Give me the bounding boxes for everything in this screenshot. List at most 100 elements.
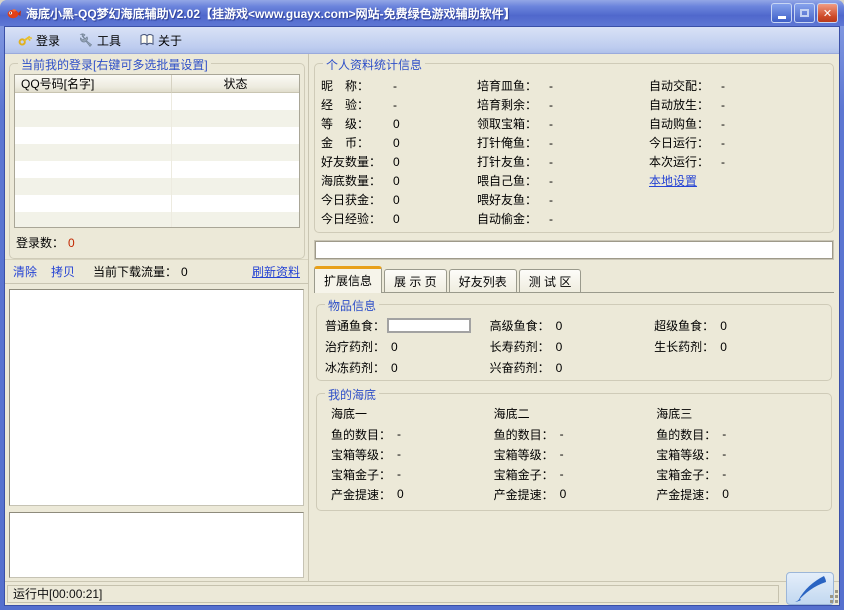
- item-cell: 兴奋药剂： 0: [490, 357, 655, 378]
- maximize-button[interactable]: [794, 3, 815, 23]
- info-input[interactable]: [315, 241, 833, 259]
- brand-swoosh-logo[interactable]: [786, 572, 834, 605]
- item-cell: 生长药剂： 0: [654, 336, 827, 357]
- stat-label: 打针俺鱼：: [477, 136, 538, 150]
- stats-column-3: 自动交配： - 自动放生： - 自动购鱼： - 今日运行： - 本次运行： - 本地设置: [649, 76, 829, 232]
- item-cell: 高级鱼食： 0: [490, 315, 655, 336]
- log-toolbar: 清除 拷贝 当前下载流量： 0 刷新资料: [5, 259, 308, 284]
- tab-extended-info[interactable]: 扩展信息: [314, 266, 383, 293]
- close-button[interactable]: ✕: [817, 3, 838, 23]
- stats-groupbox: 个人资料统计信息 昵 称： - 经 验： - 等 级： 0 金 币： 0 好友数量： 0 …: [314, 56, 834, 233]
- about-button-label: 关于: [158, 33, 183, 48]
- stat-value: 0: [393, 173, 400, 188]
- seabeds-group-title: 我的海底: [325, 386, 380, 403]
- table-row[interactable]: [15, 178, 299, 195]
- stat-label: 自动购鱼：: [649, 117, 710, 131]
- table-row[interactable]: [15, 127, 299, 144]
- tabpage-extended-info: 物品信息 普通鱼食： 高级鱼食： 0 超级鱼食： 0 治疗药剂： 0 长寿药剂： 0 生…: [314, 292, 834, 581]
- stat-label: 昵 称：: [321, 79, 370, 93]
- about-button[interactable]: 关于: [133, 28, 190, 53]
- tab-friend-list[interactable]: 好友列表: [448, 269, 517, 292]
- log-listbox[interactable]: [9, 289, 304, 506]
- item-value: 0: [391, 360, 398, 375]
- toolbar: 登录 工具 关于: [5, 27, 839, 54]
- stat-label: 海底数量：: [321, 174, 382, 188]
- message-box[interactable]: [9, 512, 304, 578]
- item-label: 普通鱼食：: [325, 319, 386, 333]
- seabed-name: 海底二: [493, 406, 530, 421]
- login-group-title: 当前我的登录[右键可多选批量设置]: [18, 56, 211, 73]
- app-fish-icon: [6, 5, 22, 21]
- key-icon: [17, 32, 33, 48]
- stats-column-2: 培育皿鱼： - 培育剩余： - 领取宝箱： - 打针俺鱼： - 打针友鱼： - 喂自己鱼：…: [477, 76, 649, 232]
- stat-value: 0: [393, 211, 400, 226]
- seabed-label: 宝箱金子：: [331, 467, 392, 482]
- items-group-title: 物品信息: [325, 297, 380, 314]
- stat-label: 今日运行：: [649, 136, 710, 150]
- seabed-value: -: [397, 427, 402, 441]
- window-frame: 登录 工具 关于 当前我的登录[右键可多选批量设置] QQ号码[名字] 状态 登…: [4, 26, 840, 606]
- stat-value: -: [549, 173, 553, 188]
- copy-link[interactable]: 拷贝: [51, 263, 75, 280]
- item-value: 0: [555, 360, 563, 375]
- stat-value: -: [549, 135, 553, 150]
- stat-value: -: [549, 97, 553, 112]
- column-header-qq[interactable]: QQ号码[名字]: [15, 75, 172, 93]
- clear-link[interactable]: 清除: [13, 263, 37, 280]
- column-header-status[interactable]: 状态: [172, 75, 299, 93]
- tools-button-label: 工具: [97, 33, 122, 48]
- account-table-body[interactable]: [15, 93, 299, 227]
- table-row[interactable]: [15, 144, 299, 161]
- seabed-value: -: [722, 427, 727, 441]
- login-button-label: 登录: [36, 33, 61, 48]
- status-text: 运行中[00:00:21]: [13, 587, 103, 601]
- item-label: 治疗药剂：: [325, 340, 386, 354]
- table-row[interactable]: [15, 110, 299, 127]
- stat-value: -: [549, 192, 553, 207]
- tabstrip: 扩展信息 展 示 页 好友列表 测 试 区: [314, 266, 834, 293]
- tab-test-area[interactable]: 测 试 区: [518, 269, 582, 292]
- seabed-label: 鱼的数目：: [493, 427, 554, 442]
- account-table-header: QQ号码[名字] 状态: [15, 75, 299, 93]
- item-value: 0: [720, 339, 727, 354]
- stat-label: 领取宝箱：: [477, 117, 538, 131]
- login-count-row: 登录数： 0: [14, 228, 300, 251]
- common-fish-food-input[interactable]: [387, 318, 472, 333]
- tab-display-page[interactable]: 展 示 页: [384, 269, 447, 292]
- table-row[interactable]: [15, 195, 299, 212]
- refresh-profile-link[interactable]: 刷新资料: [252, 263, 300, 280]
- seabed-name: 海底三: [656, 406, 693, 421]
- item-value: 0: [555, 318, 563, 333]
- table-row[interactable]: [15, 93, 299, 110]
- seabed-value: 0: [559, 487, 567, 501]
- stat-value: 0: [393, 116, 400, 131]
- seabed-value: 0: [722, 487, 729, 501]
- resize-grip[interactable]: [835, 600, 838, 603]
- account-table[interactable]: QQ号码[名字] 状态: [14, 74, 300, 228]
- stat-label: 自动偷金：: [477, 212, 538, 226]
- main-area: 当前我的登录[右键可多选批量设置] QQ号码[名字] 状态 登录数： 0 清除 …: [5, 54, 839, 581]
- items-groupbox: 物品信息 普通鱼食： 高级鱼食： 0 超级鱼食： 0 治疗药剂： 0 长寿药剂： 0 生…: [316, 297, 832, 381]
- local-settings-link[interactable]: 本地设置: [649, 172, 697, 189]
- table-row[interactable]: [15, 161, 299, 178]
- titlebar[interactable]: 海底小黑-QQ梦幻海底辅助V2.02【挂游戏<www.guayx.com>网站-…: [0, 0, 844, 26]
- minimize-button[interactable]: [771, 3, 792, 23]
- table-row[interactable]: [15, 212, 299, 227]
- seabed-name: 海底一: [331, 406, 368, 421]
- stat-value: -: [721, 78, 725, 93]
- tools-button[interactable]: 工具: [72, 28, 129, 53]
- stat-label: 今日经验：: [321, 212, 382, 226]
- window-title: 海底小黑-QQ梦幻海底辅助V2.02【挂游戏<www.guayx.com>网站-…: [26, 6, 516, 21]
- right-panel: 个人资料统计信息 昵 称： - 经 验： - 等 级： 0 金 币： 0 好友数量： 0 …: [309, 54, 839, 581]
- seabed-label: 宝箱等级：: [493, 447, 554, 462]
- login-button[interactable]: 登录: [11, 28, 68, 53]
- stat-label: 自动放生：: [649, 98, 710, 112]
- stat-value: -: [393, 78, 397, 93]
- stat-label: 经 验：: [321, 98, 370, 112]
- item-cell: 长寿药剂： 0: [490, 336, 655, 357]
- stat-label: 本次运行：: [649, 155, 710, 169]
- stat-value: 0: [393, 154, 400, 169]
- seabed-label: 产金提速：: [656, 487, 717, 502]
- item-cell: 治疗药剂： 0: [325, 336, 490, 357]
- login-groupbox: 当前我的登录[右键可多选批量设置] QQ号码[名字] 状态 登录数： 0: [9, 56, 305, 259]
